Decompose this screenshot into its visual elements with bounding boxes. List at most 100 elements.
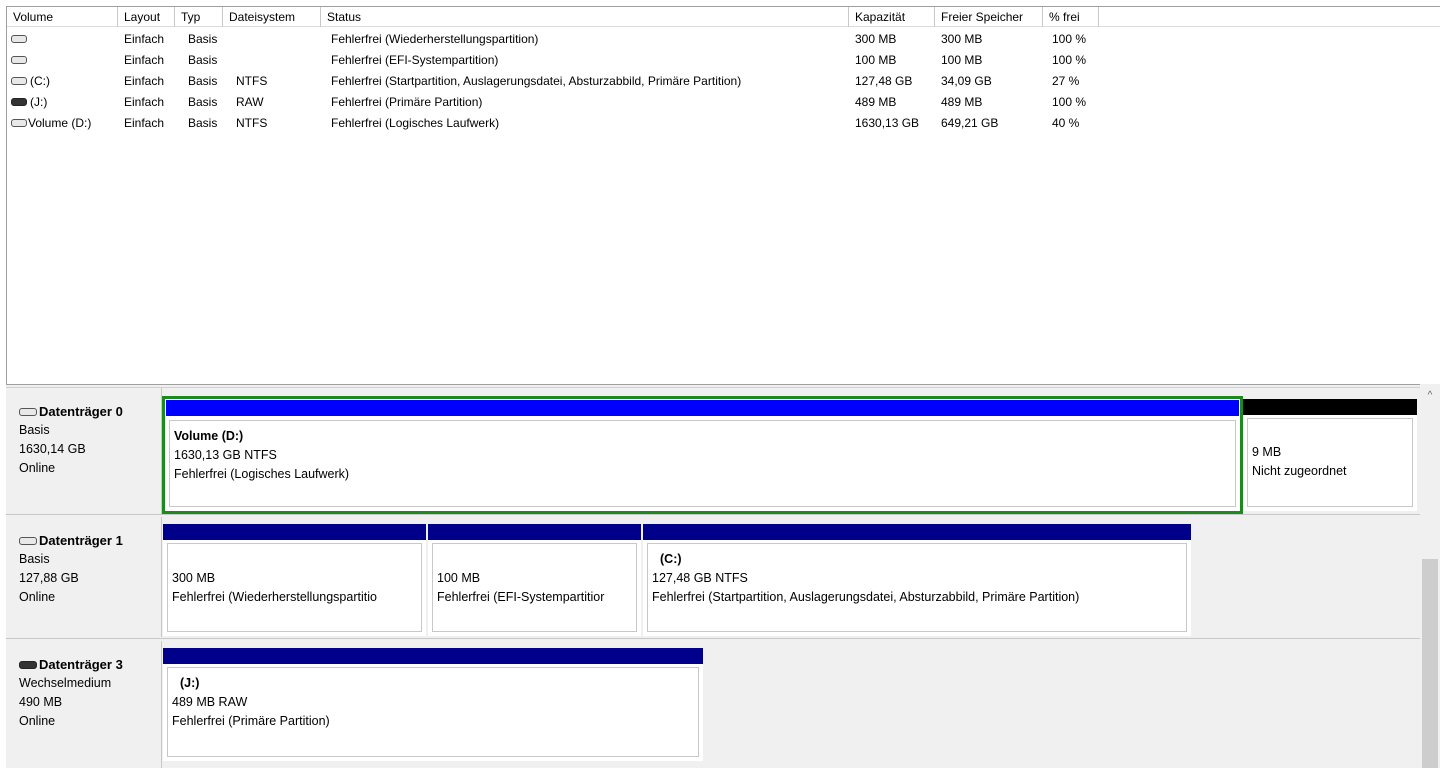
cell-kapazitaet: 1630,13 GB [855, 116, 920, 130]
column-header-dateisystem[interactable]: Dateisystem [223, 7, 321, 27]
cell-prozent-frei: 40 % [1052, 116, 1080, 130]
cell-volume: Volume (D:) [28, 116, 92, 130]
cell-typ: Basis [188, 116, 218, 130]
disk-info-0[interactable]: Datenträger 0 Basis 1630,14 GB Online [6, 388, 162, 514]
disk-row-1: Datenträger 1 Basis 127,88 GB Online 300… [6, 517, 1420, 637]
disk-icon [11, 76, 27, 85]
cell-status: Fehlerfrei (Wiederherstellungspartition) [331, 32, 539, 46]
column-header-typ[interactable]: Typ [175, 7, 223, 27]
partition-bar [163, 524, 426, 540]
disk-row-0: Datenträger 0 Basis 1630,14 GB Online Vo… [6, 388, 1420, 514]
disk-size: 127,88 GB [19, 571, 79, 585]
disk-size: 1630,14 GB [19, 442, 86, 456]
table-row[interactable]: Einfach Basis Fehlerfrei (EFI-Systempart… [7, 50, 1440, 71]
disk-type: Basis [19, 552, 50, 566]
cell-prozent-frei: 100 % [1052, 53, 1087, 67]
disk-icon [11, 34, 27, 43]
partition-details: Volume (D:) 1630,13 GB NTFS Fehlerfrei (… [169, 420, 1236, 507]
cell-dateisystem: NTFS [236, 74, 268, 88]
partition-bar [163, 648, 703, 664]
column-header-kapazitaet[interactable]: Kapazität [849, 7, 935, 27]
cell-kapazitaet: 300 MB [855, 32, 897, 46]
partition-details: 9 MB Nicht zugeordnet [1247, 418, 1413, 507]
cell-kapazitaet: 127,48 GB [855, 74, 913, 88]
removable-disk-icon [11, 97, 27, 106]
disk-icon [19, 407, 37, 416]
cell-prozent-frei: 100 % [1052, 32, 1087, 46]
partition-size: 300 MB [172, 571, 216, 585]
divider [6, 514, 1420, 515]
cell-status: Fehlerfrei (Primäre Partition) [331, 95, 483, 109]
table-row[interactable]: (C:) Einfach Basis NTFS Fehlerfrei (Star… [7, 71, 1440, 92]
partition-details: 300 MB Fehlerfrei (Wiederherstellungspar… [167, 543, 422, 632]
partition-size: 489 MB RAW [172, 695, 248, 709]
disk-row-3: Datenträger 3 Wechselmedium 490 MB Onlin… [6, 641, 1420, 768]
volume-list: Volume Layout Typ Dateisystem Status Kap… [6, 6, 1440, 384]
cell-prozent-frei: 27 % [1052, 74, 1080, 88]
cell-typ: Basis [188, 74, 218, 88]
disk-info-3[interactable]: Datenträger 3 Wechselmedium 490 MB Onlin… [6, 641, 162, 768]
column-header-freier-speicher[interactable]: Freier Speicher [935, 7, 1043, 27]
partition-efi[interactable]: 100 MB Fehlerfrei (EFI-Systempartitior [428, 524, 641, 636]
disk-icon [11, 55, 27, 64]
partition-j[interactable]: (J:) 489 MB RAW Fehlerfrei (Primäre Part… [163, 648, 703, 761]
cell-prozent-frei: 100 % [1052, 95, 1087, 109]
partition-title: (C:) [660, 552, 682, 566]
disk-map: Datenträger 0 Basis 1630,14 GB Online Vo… [6, 388, 1440, 768]
partition-volume-d[interactable]: Volume (D:) 1630,13 GB NTFS Fehlerfrei (… [162, 396, 1243, 514]
cell-freier-speicher: 649,21 GB [941, 116, 999, 130]
column-header-volume[interactable]: Volume [7, 7, 118, 27]
disk-name: Datenträger 0 [39, 404, 123, 419]
partition-status: Fehlerfrei (Logisches Laufwerk) [174, 467, 350, 481]
cell-status: Fehlerfrei (EFI-Systempartition) [331, 53, 499, 67]
partition-size: 9 MB [1252, 445, 1282, 459]
partition-unallocated[interactable]: 9 MB Nicht zugeordnet [1243, 399, 1417, 511]
partition-bar [1243, 399, 1417, 415]
partition-size: 100 MB [437, 571, 481, 585]
scrollbar-thumb[interactable] [1422, 559, 1438, 768]
scroll-up-icon[interactable]: ^ [1420, 388, 1440, 404]
cell-freier-speicher: 489 MB [941, 95, 983, 109]
cell-kapazitaet: 489 MB [855, 95, 897, 109]
vertical-scrollbar[interactable]: ^ [1420, 384, 1440, 768]
disk-info-1[interactable]: Datenträger 1 Basis 127,88 GB Online [6, 517, 162, 637]
disk-icon [11, 118, 27, 127]
partition-c[interactable]: (C:) 127,48 GB NTFS Fehlerfrei (Startpar… [643, 524, 1191, 636]
partition-recovery[interactable]: 300 MB Fehlerfrei (Wiederherstellungspar… [163, 524, 426, 636]
partition-details: 100 MB Fehlerfrei (EFI-Systempartitior [432, 543, 637, 632]
partition-bar [166, 400, 1239, 416]
partition-status: Fehlerfrei (EFI-Systempartitior [437, 590, 605, 604]
cell-dateisystem: RAW [236, 95, 264, 109]
table-row[interactable]: Einfach Basis Fehlerfrei (Wiederherstell… [7, 29, 1440, 50]
cell-freier-speicher: 34,09 GB [941, 74, 992, 88]
partition-status: Fehlerfrei (Startpartition, Auslagerungs… [652, 590, 1080, 604]
partition-bar [643, 524, 1191, 540]
cell-volume: (C:) [30, 74, 50, 88]
table-row[interactable]: Volume (D:) Einfach Basis NTFS Fehlerfre… [7, 113, 1440, 134]
cell-layout: Einfach [124, 95, 165, 109]
partition-title: (J:) [180, 676, 200, 690]
cell-typ: Basis [188, 95, 218, 109]
cell-dateisystem: NTFS [236, 116, 268, 130]
disk-type: Wechselmedium [19, 676, 112, 690]
disk-state: Online [19, 714, 56, 728]
column-header-layout[interactable]: Layout [118, 7, 175, 27]
column-header-prozent-frei[interactable]: % frei [1043, 7, 1099, 27]
cell-typ: Basis [188, 32, 218, 46]
divider [6, 638, 1420, 639]
disk-name: Datenträger 1 [39, 533, 123, 548]
cell-status: Fehlerfrei (Startpartition, Auslagerungs… [331, 74, 742, 88]
list-header: Volume Layout Typ Dateisystem Status Kap… [7, 7, 1440, 27]
disk-icon [19, 536, 37, 545]
disk-type: Basis [19, 423, 50, 437]
cell-layout: Einfach [124, 116, 165, 130]
cell-layout: Einfach [124, 74, 165, 88]
partition-status: Fehlerfrei (Wiederherstellungspartitio [172, 590, 377, 604]
partition-status: Fehlerfrei (Primäre Partition) [172, 714, 330, 728]
column-header-status[interactable]: Status [321, 7, 849, 27]
disk-state: Online [19, 461, 56, 475]
cell-volume: (J:) [30, 95, 48, 109]
disk-size: 490 MB [19, 695, 63, 709]
disk-name: Datenträger 3 [39, 657, 123, 672]
table-row[interactable]: (J:) Einfach Basis RAW Fehlerfrei (Primä… [7, 92, 1440, 113]
